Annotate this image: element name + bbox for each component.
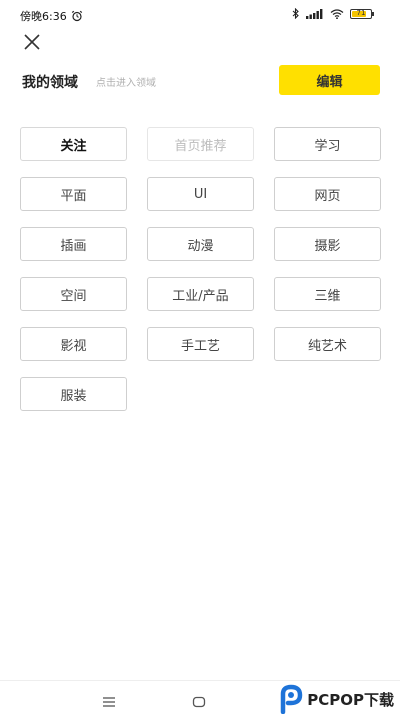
watermark-text: PCPOP下载: [307, 690, 394, 709]
status-time: 傍晚6:36: [20, 10, 67, 23]
battery-level: 71: [356, 8, 366, 17]
home-icon: [192, 696, 206, 708]
tag-item[interactable]: 网页: [274, 177, 381, 211]
tag-item[interactable]: 三维: [274, 277, 381, 311]
bluetooth-icon: [292, 8, 299, 19]
tag-item: 首页推荐: [147, 127, 254, 161]
menu-button[interactable]: [102, 693, 116, 712]
tag-item[interactable]: 空间: [20, 277, 127, 311]
tag-item[interactable]: 影视: [20, 327, 127, 361]
tag-item[interactable]: 动漫: [147, 227, 254, 261]
tag-item[interactable]: 学习: [274, 127, 381, 161]
tag-item[interactable]: 服装: [20, 377, 127, 411]
pcpop-logo-icon: [281, 684, 303, 714]
tag-item[interactable]: 插画: [20, 227, 127, 261]
close-icon: [24, 34, 40, 50]
tag-item[interactable]: 手工艺: [147, 327, 254, 361]
signal-icon: [306, 8, 323, 19]
status-icons: 71: [292, 8, 374, 19]
battery-icon: 71: [350, 8, 374, 19]
watermark: PCPOP下载: [277, 684, 394, 714]
menu-icon: [103, 697, 115, 707]
home-button[interactable]: [192, 693, 206, 712]
alarm-icon: [71, 10, 82, 22]
tag-item[interactable]: 平面: [20, 177, 127, 211]
edit-button[interactable]: 编辑: [279, 65, 380, 95]
header-hint: 点击进入领域: [96, 78, 156, 89]
tag-item[interactable]: 工业/产品: [147, 277, 254, 311]
tag-item[interactable]: UI: [147, 177, 254, 211]
close-button[interactable]: [18, 28, 46, 56]
status-bar: 傍晚6:36 71: [0, 0, 400, 30]
wifi-icon: [330, 8, 344, 19]
tag-item[interactable]: 纯艺术: [274, 327, 381, 361]
tag-item[interactable]: 关注: [20, 127, 127, 161]
page-title: 我的领域: [22, 75, 78, 91]
status-time-group: 傍晚6:36: [20, 8, 83, 24]
domain-tag-grid: 关注 首页推荐 学习 平面 UI 网页 插画 动漫 摄影 空间 工业/产品 三维…: [20, 127, 381, 411]
tag-item[interactable]: 摄影: [274, 227, 381, 261]
